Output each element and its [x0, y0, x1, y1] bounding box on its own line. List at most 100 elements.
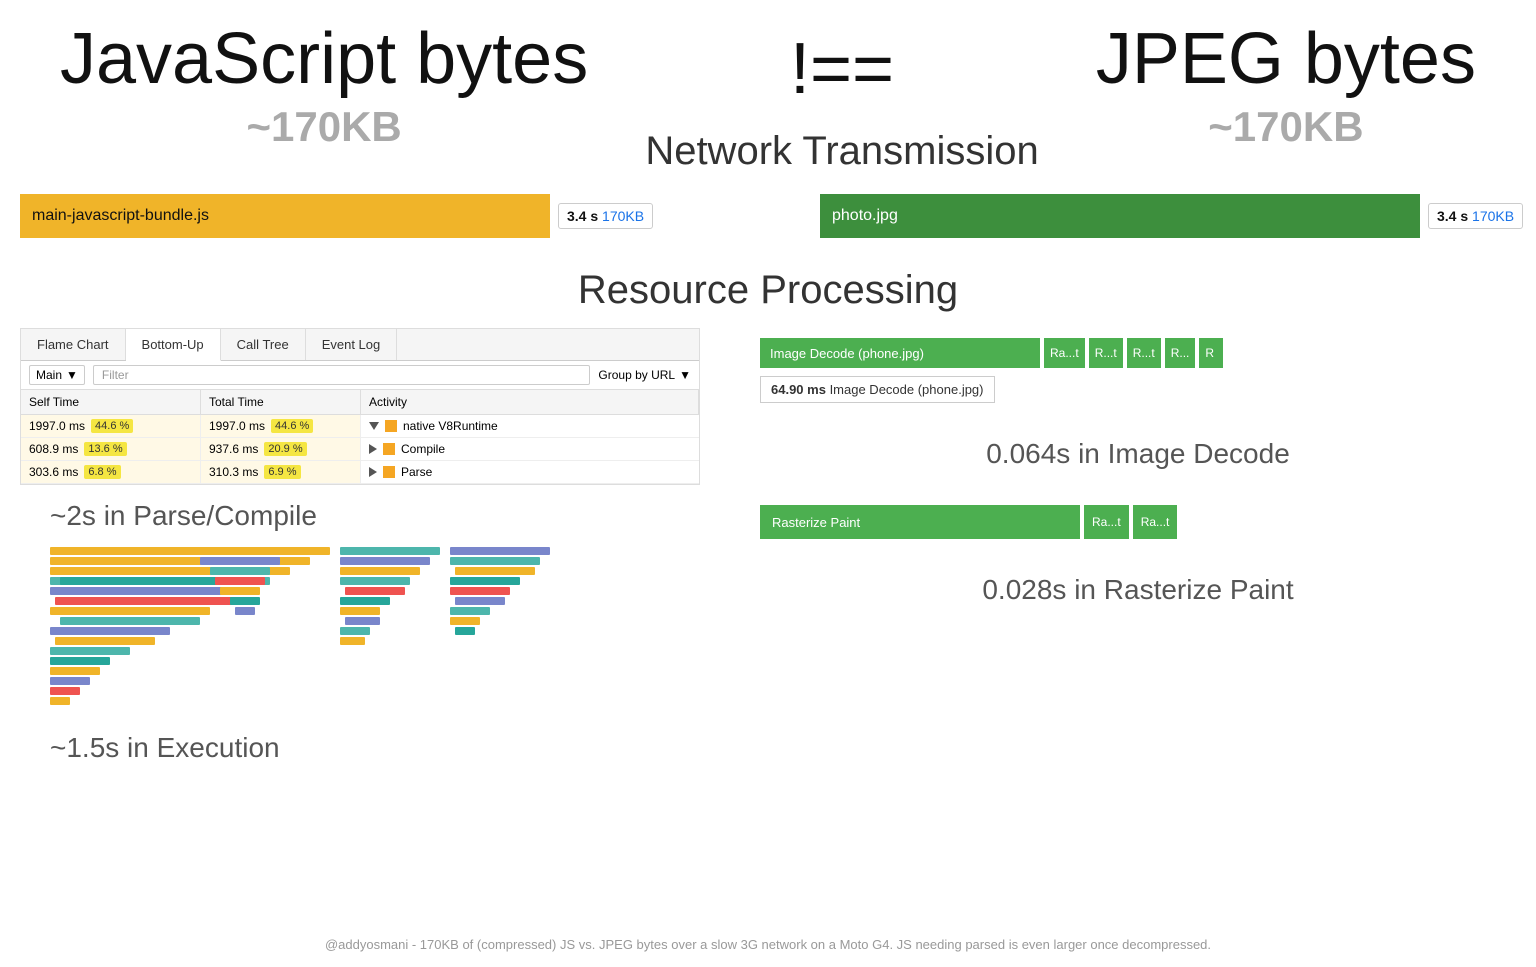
self-time-cell-3: 303.6 ms 6.8 % [21, 461, 201, 483]
jpg-filename: photo.jpg [832, 207, 898, 225]
rasterize-small-bar-1: Ra...t [1084, 505, 1129, 539]
filter-input[interactable]: Filter [93, 365, 591, 385]
self-time-3: 303.6 ms [29, 465, 78, 479]
flame-chart-svg-left [50, 547, 330, 707]
total-pct-2: 20.9 % [264, 442, 306, 456]
js-filename: main-javascript-bundle.js [32, 207, 209, 225]
total-time-cell-3: 310.3 ms 6.9 % [201, 461, 361, 483]
activity-cell-3: Parse [361, 461, 699, 483]
self-time-1: 1997.0 ms [29, 419, 85, 433]
group-label: Group by URL [598, 368, 675, 382]
total-time-1: 1997.0 ms [209, 419, 265, 433]
activity-label-2: Compile [401, 442, 445, 456]
flame-chart-right [450, 547, 550, 707]
devtools-panel: Flame Chart Bottom-Up Call Tree Event Lo… [20, 328, 700, 485]
execution-label: ~1.5s in Execution [20, 717, 720, 769]
resource-processing-section: Flame Chart Bottom-Up Call Tree Event Lo… [0, 328, 1536, 769]
right-panel: Image Decode (phone.jpg) Ra...t R...t R.… [760, 328, 1516, 769]
rasterize-label: Rasterize Paint [772, 515, 860, 530]
parse-compile-label: ~2s in Parse/Compile [20, 485, 720, 537]
tab-bottom-up[interactable]: Bottom-Up [126, 329, 221, 361]
network-label: Network Transmission [645, 129, 1038, 174]
rasterize-small-bars: Ra...t Ra...t [1084, 505, 1177, 539]
not-equal-symbol: !== [790, 30, 894, 109]
table-row: 303.6 ms 6.8 % 310.3 ms 6.9 % Parse [21, 461, 699, 484]
main-select[interactable]: Main ▼ [29, 365, 85, 385]
jpg-tooltip: 3.4 s 170KB [1428, 203, 1523, 229]
expand-icon-3[interactable] [369, 467, 377, 477]
flame-chart-area [20, 537, 720, 717]
activity-cell-1: native V8Runtime [361, 415, 699, 437]
decode-small-bar-4: R... [1165, 338, 1196, 368]
decode-small-bar-3: R...t [1127, 338, 1161, 368]
total-time-2: 937.6 ms [209, 442, 258, 456]
header-section: JavaScript bytes ~170KB !== Network Tran… [0, 0, 1536, 184]
resource-processing-label: Resource Processing [0, 248, 1536, 328]
filter-placeholder: Filter [102, 368, 129, 382]
header-right: JPEG bytes ~170KB [1096, 20, 1476, 151]
image-decode-area: Image Decode (phone.jpg) Ra...t R...t R.… [760, 338, 1516, 403]
rasterize-summary: 0.028s in Rasterize Paint [760, 559, 1516, 611]
jpeg-size: ~170KB [1208, 103, 1363, 151]
expand-icon-2[interactable] [369, 444, 377, 454]
self-pct-3: 6.8 % [84, 465, 120, 479]
total-time-cell-2: 937.6 ms 20.9 % [201, 438, 361, 460]
tooltip-label: Image Decode (phone.jpg) [830, 382, 984, 397]
col-activity: Activity [361, 390, 699, 414]
flame-chart-middle [340, 547, 440, 707]
total-time-3: 310.3 ms [209, 465, 258, 479]
total-time-cell-1: 1997.0 ms 44.6 % [201, 415, 361, 437]
devtools-tabs: Flame Chart Bottom-Up Call Tree Event Lo… [21, 329, 699, 361]
self-pct-1: 44.6 % [91, 419, 133, 433]
main-select-label: Main [36, 368, 62, 382]
header-left: JavaScript bytes ~170KB [60, 20, 588, 151]
js-title: JavaScript bytes [60, 20, 588, 99]
col-self-time: Self Time [21, 390, 201, 414]
self-time-2: 608.9 ms [29, 442, 78, 456]
self-time-cell-2: 608.9 ms 13.6 % [21, 438, 201, 460]
js-time: 3.4 s [567, 208, 598, 224]
self-time-cell-1: 1997.0 ms 44.6 % [21, 415, 201, 437]
group-by-select[interactable]: Group by URL ▼ [598, 368, 691, 382]
jpg-time: 3.4 s [1437, 208, 1468, 224]
tab-call-tree[interactable]: Call Tree [221, 329, 306, 360]
total-pct-1: 44.6 % [271, 419, 313, 433]
image-decode-summary: 0.064s in Image Decode [760, 423, 1516, 475]
js-tooltip-size: 170KB [602, 208, 644, 224]
col-total-time: Total Time [201, 390, 361, 414]
decode-small-bars: Ra...t R...t R...t R... R [1044, 338, 1223, 368]
decode-small-bar-1: Ra...t [1044, 338, 1085, 368]
decode-small-bar-2: R...t [1089, 338, 1123, 368]
jpg-network-bar: photo.jpg [820, 194, 1420, 238]
flame-chart-svg-middle [340, 547, 440, 707]
js-tooltip: 3.4 s 170KB [558, 203, 653, 229]
image-decode-label: Image Decode (phone.jpg) [770, 346, 924, 361]
devtools-column-headers: Self Time Total Time Activity [21, 390, 699, 415]
image-decode-bar: Image Decode (phone.jpg) [760, 338, 1040, 368]
self-pct-2: 13.6 % [84, 442, 126, 456]
activity-color-3 [383, 466, 395, 478]
js-network-bar: main-javascript-bundle.js [20, 194, 550, 238]
network-bars-section: main-javascript-bundle.js 3.4 s 170KB ph… [0, 184, 1536, 248]
rasterize-small-bar-2: Ra...t [1133, 505, 1178, 539]
activity-cell-2: Compile [361, 438, 699, 460]
js-bar-container: main-javascript-bundle.js 3.4 s 170KB [20, 194, 720, 238]
decode-bar-row: Image Decode (phone.jpg) Ra...t R...t R.… [760, 338, 1516, 368]
jpg-tooltip-size: 170KB [1472, 208, 1514, 224]
table-row: 608.9 ms 13.6 % 937.6 ms 20.9 % Compile [21, 438, 699, 461]
rasterize-paint-bar: Rasterize Paint [760, 505, 1080, 539]
rasterize-bar-row: Rasterize Paint Ra...t Ra...t [760, 505, 1516, 539]
activity-color-1 [385, 420, 397, 432]
jpg-bar-container: photo.jpg 3.4 s 170KB [820, 194, 1536, 238]
decode-tooltip: 64.90 ms Image Decode (phone.jpg) [760, 376, 995, 403]
tab-event-log[interactable]: Event Log [306, 329, 398, 360]
expand-icon-1[interactable] [369, 422, 379, 430]
tab-flame-chart[interactable]: Flame Chart [21, 329, 126, 360]
header-center: !== Network Transmission [645, 20, 1038, 174]
rasterize-area: Rasterize Paint Ra...t Ra...t [760, 505, 1516, 539]
js-size: ~170KB [246, 103, 401, 151]
tooltip-time: 64.90 ms [771, 382, 826, 397]
activity-label-1: native V8Runtime [403, 419, 498, 433]
footer-text: @addyosmani - 170KB of (compressed) JS v… [0, 937, 1536, 952]
decode-small-bar-5: R [1199, 338, 1223, 368]
